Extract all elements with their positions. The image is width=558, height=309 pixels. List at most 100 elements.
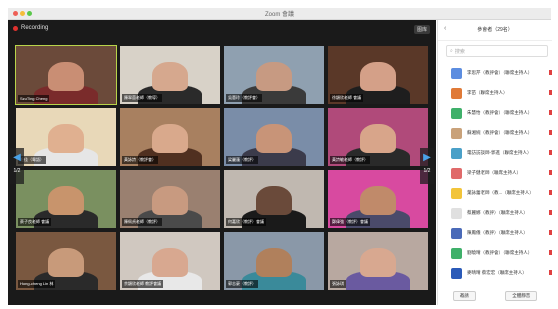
participant-row[interactable]: 蘇湘婉（教評會）（聯席主持人） <box>438 123 552 143</box>
participant-avatar <box>451 127 462 139</box>
participant-face <box>48 186 84 216</box>
participant-name-label: 徐穎欣老師 會議 <box>330 94 364 102</box>
participant-avatar <box>451 107 462 119</box>
participants-header: ‹ 參會者（29名） <box>438 20 552 41</box>
participant-face <box>152 62 188 92</box>
participant-name: 葉詠蕾老師（教...（聯席主持人） <box>467 190 534 195</box>
participant-face <box>152 124 188 154</box>
participant-video-tile[interactable]: 郭志豪（教評） <box>224 232 324 290</box>
participant-row[interactable]: 李思芹（教評會）（聯席主持人） <box>438 63 552 83</box>
participant-name-label: 梁麗蓮（教評） <box>226 156 258 164</box>
muted-mic-icon <box>549 270 552 275</box>
participant-name-label: 黃詩敏老師（教評） <box>330 156 370 164</box>
window-titlebar: Zoom 會議 <box>8 8 551 20</box>
participant-row[interactable]: 李苗（聯席主持人） <box>438 83 552 103</box>
muted-mic-icon <box>549 190 552 195</box>
participant-video-tile[interactable]: SzuTing Cheng <box>15 45 117 105</box>
participant-row[interactable]: 朱慧怡（教評會）（聯席主持人） <box>438 103 552 123</box>
muted-mic-icon <box>549 170 552 175</box>
participant-name-label: 吳蕙玲（教評會） <box>226 94 262 102</box>
participant-video-tile[interactable]: 余穎欣老師 教評會議 <box>120 232 220 290</box>
participant-face <box>48 248 84 278</box>
participant-name: 李苗（聯席主持人） <box>467 90 508 95</box>
participant-video-tile[interactable]: 吳蕙玲（教評會） <box>224 46 324 104</box>
participant-video-tile[interactable]: 何嘉欣（教評）會議 <box>224 170 324 228</box>
participant-video-tile[interactable]: 徐穎欣老師 會議 <box>328 46 428 104</box>
participant-video-tile[interactable]: 陳佩貞老師（教評） <box>120 170 220 228</box>
participant-video-tile[interactable]: 鄭偉強（教評）會議 <box>328 170 428 228</box>
participant-avatar <box>451 167 462 179</box>
participant-row[interactable]: 梁子健老師（聯席主持人） <box>438 163 552 183</box>
participant-name-label: 余穎欣老師 教評會議 <box>122 280 164 288</box>
participant-face <box>256 124 292 154</box>
participant-name: 劉曉晴（教評會）（聯席主持人） <box>467 250 533 255</box>
participant-video-tile[interactable]: Hong-cheng Lin 林 <box>16 232 116 290</box>
participant-video-tile[interactable]: 陳翠茵老師（教導） <box>120 46 220 104</box>
participant-avatar <box>451 147 462 159</box>
participant-name-label: SzuTing Cheng <box>18 95 50 102</box>
participant-name-label: 郭志豪（教評） <box>226 280 258 288</box>
view-mode-button[interactable]: 图库 <box>413 25 430 34</box>
participant-avatar <box>451 267 462 279</box>
participants-title: 參會者（29名） <box>477 27 513 33</box>
participant-name-label: 黃詠詩（教評會） <box>122 156 158 164</box>
participant-name-label: 蔡子良老師 會議 <box>18 218 52 226</box>
participant-row[interactable]: 電訪訪談師-郭進（聯席主持人） <box>438 143 552 163</box>
participant-face <box>48 62 84 92</box>
participant-search-input[interactable]: ⌕ 搜索 <box>446 45 548 57</box>
recording-dot-icon <box>13 25 18 31</box>
muted-mic-icon <box>549 90 552 95</box>
participant-row[interactable]: 蔡麗娜（教評）（聯席主持人） <box>438 203 552 223</box>
participant-video-tile[interactable]: 梁麗蓮（教評） <box>224 108 324 166</box>
participant-list: 李思芹（教評會）（聯席主持人） 李苗（聯席主持人） 朱慧怡（教評會）（聯席主持人） 蘇… <box>438 63 552 283</box>
participant-row[interactable]: 陳鳳儀（教評）（聯席主持人） <box>438 223 552 243</box>
participant-video-tile[interactable]: 黃詩敏老師（教評） <box>328 108 428 166</box>
participant-row[interactable]: 劉曉晴（教評會）（聯席主持人） <box>438 243 552 263</box>
participant-name: 李思芹（教評會）（聯席主持人） <box>467 70 533 75</box>
prev-page-button[interactable]: ◀ 1/2 <box>10 148 24 184</box>
next-page-button[interactable]: ▶ 1/2 <box>420 148 434 184</box>
participant-face <box>152 186 188 216</box>
muted-mic-icon <box>549 230 552 235</box>
participant-video-tile[interactable]: 蔡子良老師 會議 <box>16 170 116 228</box>
participant-name: 電訪訪談師-郭進（聯席主持人） <box>467 150 532 155</box>
participants-panel: ‹ 參會者（29名） ⌕ 搜索 李思芹（教評會）（聯席主持人） 李苗（聯席主持人）… <box>437 20 552 305</box>
left-arrow-icon: ◀ <box>13 152 21 163</box>
right-arrow-icon: ▶ <box>423 152 431 163</box>
participant-avatar <box>451 207 462 219</box>
recording-label: Recording <box>21 25 49 31</box>
next-page-label: 1/2 <box>423 168 431 174</box>
participant-face <box>256 62 292 92</box>
participant-name: 蘇湘婉（教評會）（聯席主持人） <box>467 130 533 135</box>
muted-mic-icon <box>549 250 552 255</box>
participant-name: 梁子健老師（聯席主持人） <box>467 170 521 175</box>
participant-name: 蔡麗娜（教評）（聯席主持人） <box>467 210 528 215</box>
participant-name-label: 鄭偉強（教評）會議 <box>330 218 370 226</box>
participant-video-tile[interactable]: 黃詠詩（教評會） <box>120 108 220 166</box>
participant-name-label: 陳佩貞老師（教評） <box>122 218 162 226</box>
participant-row[interactable]: 葉詠蕾老師（教...（聯席主持人） <box>438 183 552 203</box>
recording-indicator[interactable]: Recording <box>13 25 48 31</box>
participant-video-tile[interactable]: 毛佳（粵語） <box>16 108 116 166</box>
participant-video-tile[interactable]: 張詠琪 <box>328 232 428 290</box>
participant-name-label: Hong-cheng Lin 林 <box>18 280 56 288</box>
window-title: Zoom 會議 <box>264 12 294 18</box>
participant-name-label: 張詠琪 <box>330 280 346 288</box>
participant-face <box>360 62 396 92</box>
participant-name-label: 何嘉欣（教評）會議 <box>226 218 266 226</box>
prev-page-label: 1/2 <box>13 168 21 174</box>
muted-mic-icon <box>549 110 552 115</box>
mute-all-button[interactable]: 全體靜音 <box>505 291 538 301</box>
participant-face <box>256 186 292 216</box>
search-placeholder: 搜索 <box>454 48 465 55</box>
participant-avatar <box>451 87 462 99</box>
participant-face <box>256 248 292 278</box>
participant-name: 朱慧怡（教評會）（聯席主持人） <box>467 110 533 115</box>
participant-face <box>152 248 188 278</box>
participant-name-label: 陳翠茵老師（教導） <box>122 94 162 102</box>
muted-mic-icon <box>549 130 552 135</box>
invite-button[interactable]: 邀請 <box>452 291 476 301</box>
participants-footer: 邀請 全體靜音 <box>438 291 552 301</box>
search-icon: ⌕ <box>450 48 453 54</box>
participant-row[interactable]: 麥晴晴 蔡宏宏（聯席主持人） <box>438 263 552 283</box>
